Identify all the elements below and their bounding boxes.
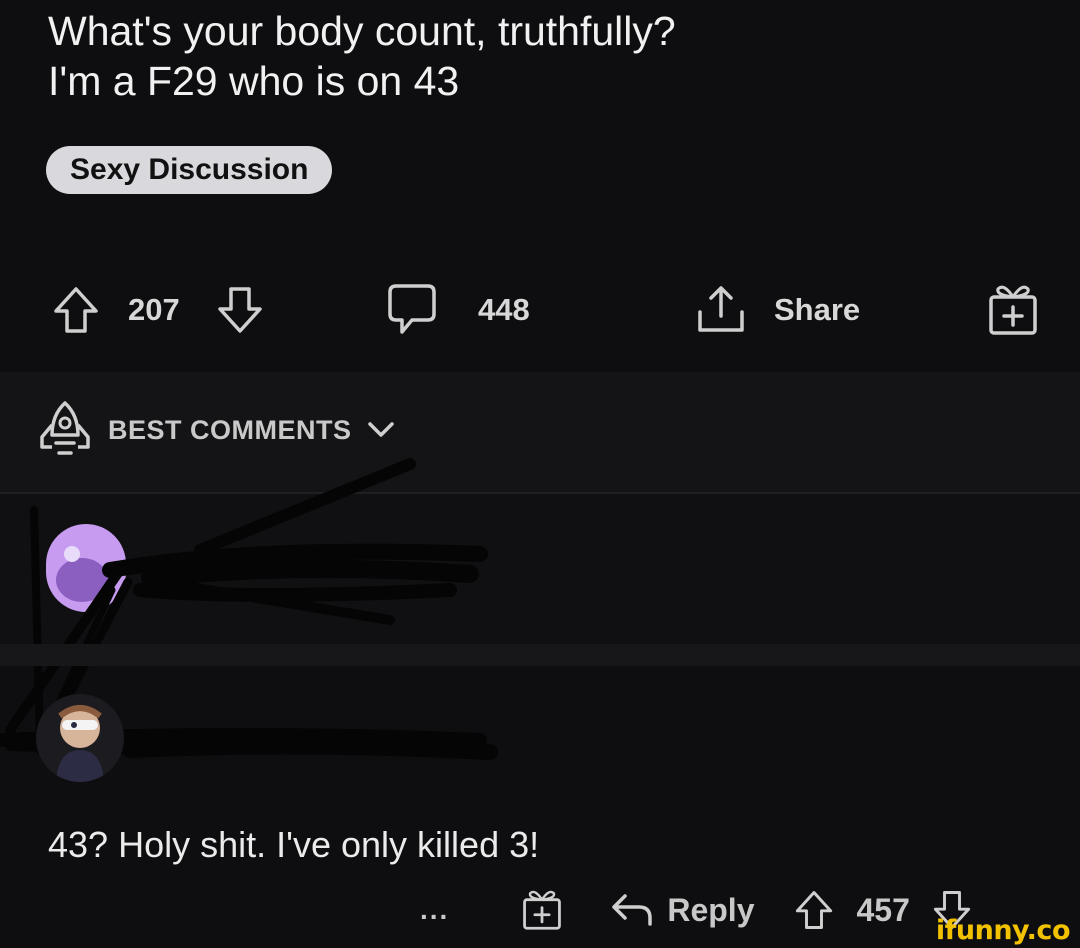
award-button[interactable]: [986, 280, 1040, 340]
gift-award-icon: [523, 890, 562, 930]
post-flair[interactable]: Sexy Discussion: [46, 146, 333, 194]
upvote-icon: [796, 891, 833, 929]
downvote-icon: [218, 287, 262, 333]
post-title-line-2: I'm a F29 who is on 43: [48, 58, 460, 104]
avatar-snoo-icon: [56, 705, 104, 782]
post-action-bar: 207 448 Share: [0, 280, 1080, 340]
comment-actions: ... Reply 457: [420, 880, 972, 940]
post-title-line-1: What's your body count, truthfully?: [48, 8, 676, 54]
share-label: Share: [774, 292, 861, 327]
comment-count: 448: [478, 292, 530, 327]
downvote-button[interactable]: [216, 280, 264, 340]
reply-button[interactable]: Reply: [609, 890, 754, 930]
reply-arrow-icon: [612, 894, 653, 926]
gift-award-icon: [989, 285, 1037, 335]
upvote-button[interactable]: [52, 280, 100, 340]
comments-button[interactable]: 448: [386, 280, 530, 340]
ifunny-watermark: ifunny.co: [935, 915, 1071, 946]
comment-award-button[interactable]: [519, 887, 565, 933]
chevron-down-icon: [367, 422, 394, 437]
more-options-button[interactable]: ...: [420, 894, 449, 926]
sort-label: BEST COMMENTS: [108, 414, 352, 445]
comment-bubble-icon: [388, 284, 436, 334]
comment-upvote-button[interactable]: [794, 889, 834, 931]
upvote-icon: [54, 287, 98, 333]
share-icon: [698, 286, 744, 332]
commenter-avatar[interactable]: [36, 694, 124, 782]
share-button[interactable]: Share: [694, 280, 860, 340]
upvote-count: 207: [128, 292, 180, 327]
comment-divider: [0, 644, 1080, 666]
comment-body: 43? Holy shit. I've only killed 3!: [48, 824, 540, 865]
post-title: What's your body count, truthfully? I'm …: [48, 6, 1048, 106]
reply-label: Reply: [667, 891, 755, 928]
comment-vote-count: 457: [856, 891, 910, 928]
